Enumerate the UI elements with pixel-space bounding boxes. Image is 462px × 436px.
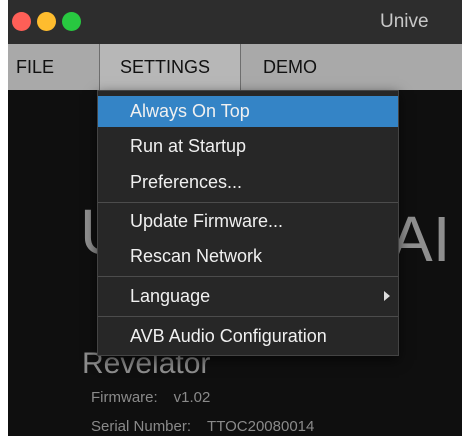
menu-separator: [98, 276, 398, 277]
menu-item-always-on-top[interactable]: Always On Top: [98, 96, 398, 127]
menu-item-avb-audio-configuration[interactable]: AVB Audio Configuration: [98, 321, 398, 352]
menu-item-language-label: Language: [130, 286, 211, 306]
firmware-label: Firmware:: [91, 389, 158, 406]
submenu-arrow-icon: [384, 291, 390, 301]
serial-info: Serial Number: TTOC20080014: [91, 418, 314, 435]
title-bar: Unive: [8, 0, 462, 44]
background-heading-right: AI: [390, 203, 451, 275]
zoom-window-button[interactable]: [62, 12, 81, 31]
close-window-button[interactable]: [12, 12, 31, 31]
serial-value: TTOC20080014: [207, 418, 315, 435]
app-window: Unive FILE SETTINGS DEMO U AI Revelator …: [8, 0, 462, 436]
firmware-info: Firmware: v1.02: [91, 389, 210, 406]
menu-settings[interactable]: SETTINGS: [100, 44, 241, 90]
serial-label: Serial Number:: [91, 418, 192, 435]
settings-dropdown: Always On Top Run at Startup Preferences…: [97, 90, 399, 356]
minimize-window-button[interactable]: [37, 12, 56, 31]
firmware-value: v1.02: [173, 389, 211, 406]
menu-item-language[interactable]: Language: [98, 281, 398, 312]
menu-item-update-firmware[interactable]: Update Firmware...: [98, 206, 398, 237]
menu-item-rescan-network[interactable]: Rescan Network: [98, 241, 398, 272]
menu-item-run-at-startup[interactable]: Run at Startup: [98, 131, 398, 162]
menu-file[interactable]: FILE: [8, 44, 100, 90]
menu-separator: [98, 316, 398, 317]
menu-demo[interactable]: DEMO: [241, 44, 361, 90]
window-title: Unive: [380, 11, 429, 32]
menu-item-preferences[interactable]: Preferences...: [98, 167, 398, 198]
menu-separator: [98, 202, 398, 203]
